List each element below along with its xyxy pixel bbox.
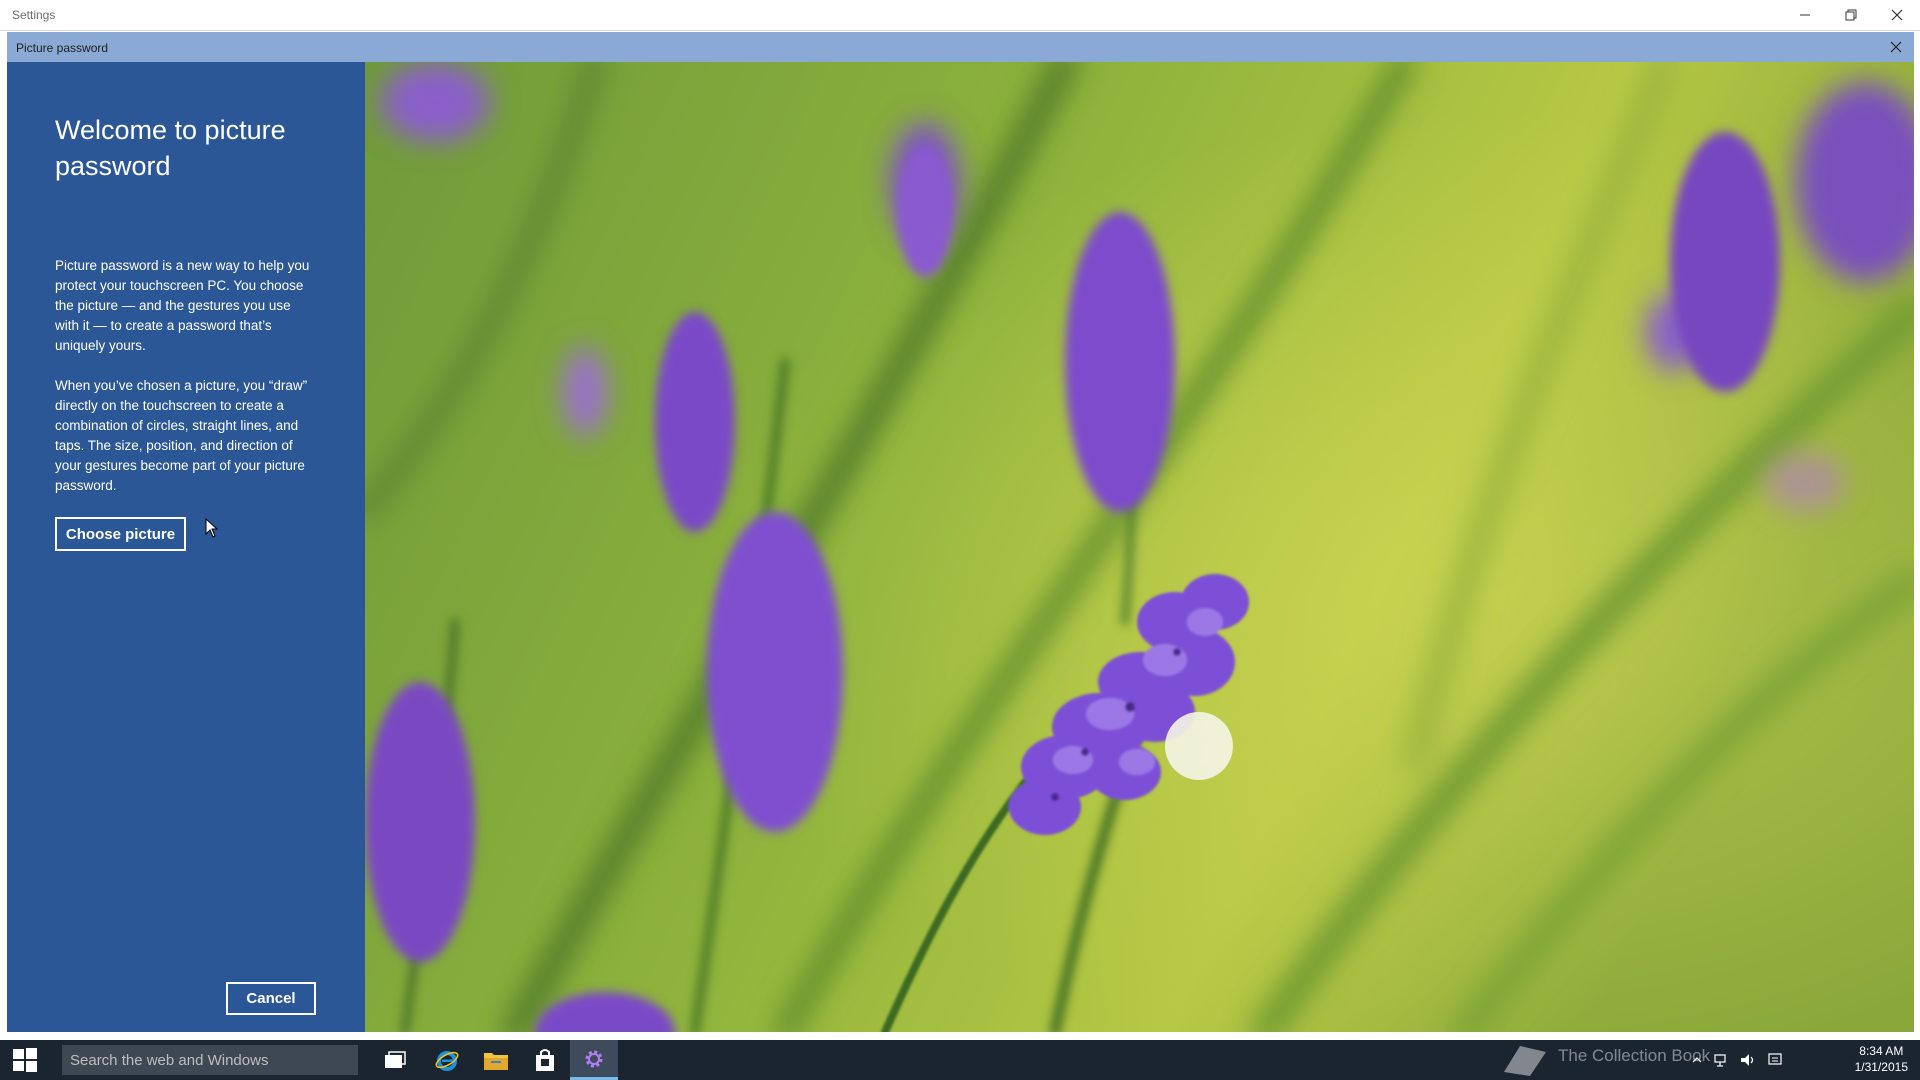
- system-tray: The Collection Book 8:34 AM 1/31/2015: [1500, 1040, 1920, 1080]
- file-explorer-button[interactable]: [472, 1040, 520, 1080]
- restore-button[interactable]: [1828, 0, 1874, 30]
- dialog-close-button[interactable]: [1884, 35, 1908, 59]
- start-button[interactable]: [0, 1040, 50, 1080]
- lavender-picture[interactable]: [365, 62, 1914, 1032]
- minimize-icon: [1800, 14, 1810, 16]
- intro-panel: Welcome to picture password Picture pass…: [7, 62, 365, 1032]
- windows-logo-icon: [13, 1048, 37, 1072]
- close-icon: [1890, 41, 1902, 53]
- search-input[interactable]: [62, 1045, 358, 1075]
- network-icon[interactable]: [1713, 1052, 1729, 1068]
- store-button[interactable]: [521, 1040, 569, 1080]
- watermark-text: The Collection Book: [1558, 1046, 1711, 1065]
- cancel-button[interactable]: Cancel: [226, 982, 316, 1015]
- taskbar: The Collection Book 8:34 AM 1/31/2015: [0, 1040, 1920, 1080]
- restore-icon: [1845, 9, 1857, 21]
- close-window-button[interactable]: [1874, 0, 1920, 30]
- internet-explorer-button[interactable]: [423, 1040, 471, 1080]
- dialog-title: Picture password: [16, 41, 109, 55]
- action-center-icon[interactable]: [1767, 1052, 1783, 1068]
- chevron-up-icon[interactable]: [1691, 1054, 1703, 1066]
- intro-paragraph: Picture password is a new way to help yo…: [55, 258, 310, 353]
- store-bag-icon: [536, 1049, 554, 1071]
- choose-picture-button[interactable]: Choose picture: [55, 517, 186, 551]
- task-view-icon: [385, 1051, 406, 1068]
- clock-time: 8:34 AM: [1859, 1044, 1904, 1058]
- page-title: Welcome to picture password: [55, 115, 286, 181]
- internet-explorer-icon: [435, 1051, 459, 1071]
- clock[interactable]: 8:34 AM 1/31/2015: [1855, 1043, 1908, 1075]
- picture-password-dialog: Picture password Welcome to picture pass…: [7, 32, 1914, 1032]
- settings-taskbar-button[interactable]: [570, 1040, 618, 1080]
- watermark-logo-icon: [1504, 1046, 1546, 1076]
- dialog-header: Picture password: [7, 32, 1914, 62]
- lavender-photo: [365, 62, 1914, 1032]
- minimize-button[interactable]: [1782, 0, 1828, 30]
- instructions-paragraph: When you’ve chosen a picture, you “draw”…: [55, 378, 308, 493]
- gear-icon: [585, 1050, 603, 1067]
- window-title: Settings: [12, 8, 56, 22]
- clock-date: 1/31/2015: [1854, 1060, 1908, 1074]
- mouse-cursor-icon: [205, 518, 219, 538]
- volume-icon[interactable]: [1739, 1052, 1757, 1068]
- task-view-button[interactable]: [371, 1040, 419, 1080]
- close-icon: [1891, 9, 1903, 21]
- gesture-tap-marker: [1165, 712, 1233, 780]
- settings-title-bar: Settings: [0, 0, 1920, 31]
- folder-icon: [484, 1053, 508, 1070]
